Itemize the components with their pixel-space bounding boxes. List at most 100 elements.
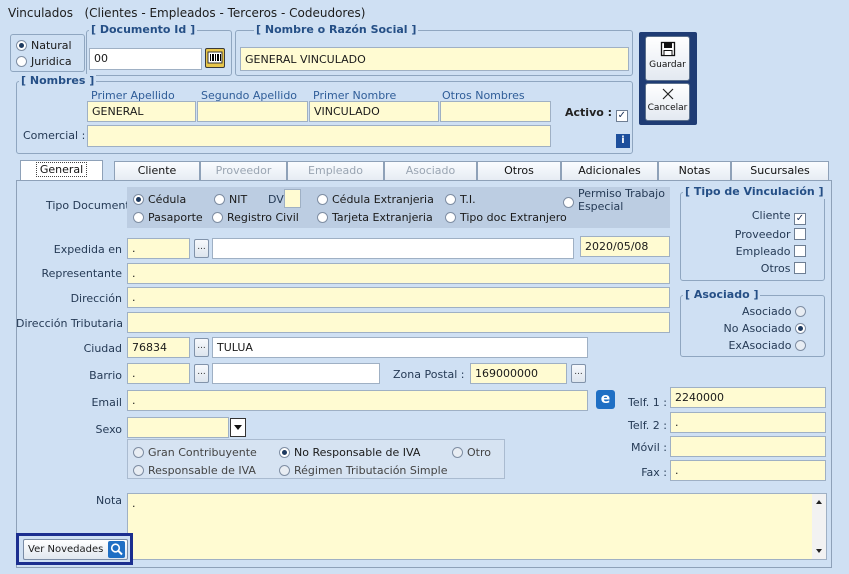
tab-notas[interactable]: Notas bbox=[658, 161, 731, 180]
primer-nombre-input[interactable]: VINCULADO bbox=[309, 101, 439, 122]
scroll-down-icon[interactable] bbox=[812, 545, 826, 557]
radio-registro-civil-dot[interactable] bbox=[212, 212, 223, 223]
radio-regimen-simple-dot[interactable] bbox=[279, 465, 290, 476]
telf2-input[interactable]: . bbox=[670, 412, 826, 433]
sexo-select[interactable] bbox=[127, 417, 229, 438]
radio-permiso-trabajo-dot[interactable] bbox=[563, 197, 574, 208]
comercial-input[interactable] bbox=[87, 125, 551, 147]
ver-novedades-button[interactable]: Ver Novedades bbox=[23, 539, 128, 560]
barrio-lookup-button[interactable]: ... bbox=[194, 364, 209, 383]
movil-input[interactable] bbox=[670, 436, 826, 457]
telf1-input[interactable]: 2240000 bbox=[670, 387, 826, 408]
radio-responsable-iva[interactable]: Responsable de IVA bbox=[133, 464, 256, 478]
zona-postal-lookup-button[interactable]: ... bbox=[571, 364, 586, 383]
radio-permiso-trabajo[interactable] bbox=[563, 196, 578, 210]
radio-gran-contribuyente[interactable]: Gran Contribuyente bbox=[133, 446, 257, 460]
vinc-empleado[interactable]: Empleado bbox=[700, 245, 806, 259]
radio-responsable-iva-dot[interactable] bbox=[133, 465, 144, 476]
segundo-apellido-input[interactable] bbox=[197, 101, 308, 122]
dv-input[interactable] bbox=[284, 189, 301, 208]
tab-cliente[interactable]: Cliente bbox=[114, 161, 200, 180]
primer-apellido-input[interactable]: GENERAL bbox=[87, 101, 196, 122]
tab-proveedor[interactable]: Proveedor bbox=[200, 161, 287, 180]
radio-juridica[interactable]: Juridica bbox=[16, 55, 72, 69]
barrio-name-input[interactable] bbox=[212, 363, 380, 384]
asociado-option-exasociado-dot[interactable] bbox=[795, 340, 806, 351]
radio-ti-dot[interactable] bbox=[445, 194, 456, 205]
cancel-x-icon bbox=[662, 88, 673, 100]
vinc-otros-checkbox[interactable] bbox=[794, 262, 806, 274]
tab-otros[interactable]: Otros bbox=[477, 161, 561, 180]
vinc-otros[interactable]: Otros bbox=[700, 262, 806, 276]
nota-scrollbar[interactable] bbox=[812, 494, 826, 559]
expedida-name-input[interactable] bbox=[212, 238, 574, 259]
radio-nit[interactable]: NIT bbox=[214, 193, 247, 207]
vinc-cliente-checkbox[interactable]: ✓ bbox=[794, 213, 806, 225]
zona-postal-input[interactable]: 169000000 bbox=[470, 363, 567, 384]
vinc-proveedor[interactable]: Proveedor bbox=[700, 228, 806, 242]
representante-input[interactable]: . bbox=[127, 263, 670, 284]
radio-natural[interactable]: Natural bbox=[16, 39, 72, 53]
radio-otro-dot[interactable] bbox=[452, 447, 463, 458]
ciudad-code-input[interactable]: 76834 bbox=[127, 337, 190, 358]
radio-ti-label: T.I. bbox=[460, 193, 476, 206]
radio-registro-civil[interactable]: Registro Civil bbox=[212, 211, 299, 225]
email-input[interactable]: . bbox=[127, 390, 588, 411]
radio-cedula-extranjeria[interactable]: Cédula Extranjeria bbox=[317, 193, 434, 207]
nota-textarea[interactable]: . bbox=[127, 493, 827, 560]
radio-cedula-dot[interactable] bbox=[133, 194, 144, 205]
radio-gran-contribuyente-dot[interactable] bbox=[133, 447, 144, 458]
asociado-option-asociado[interactable]: Asociado bbox=[690, 305, 806, 319]
radio-pasaporte[interactable]: Pasaporte bbox=[133, 211, 203, 225]
sexo-dropdown-button[interactable] bbox=[230, 418, 246, 437]
radio-tarjeta-extranjeria[interactable]: Tarjeta Extranjeria bbox=[317, 211, 433, 225]
fax-input[interactable]: . bbox=[670, 460, 826, 481]
tab-asociado[interactable]: Asociado bbox=[384, 161, 477, 180]
radio-otro[interactable]: Otro bbox=[452, 446, 491, 460]
radio-tarjeta-extranjeria-dot[interactable] bbox=[317, 212, 328, 223]
tab-sucursales[interactable]: Sucursales bbox=[731, 161, 829, 180]
vinc-empleado-checkbox[interactable] bbox=[794, 245, 806, 257]
radio-ti[interactable]: T.I. bbox=[445, 193, 476, 207]
radio-regimen-simple[interactable]: Régimen Tributación Simple bbox=[279, 464, 447, 478]
info-icon[interactable]: i bbox=[616, 134, 630, 148]
expedida-lookup-button[interactable]: ... bbox=[194, 239, 209, 258]
tab-general[interactable]: General bbox=[20, 160, 103, 180]
dir-tributaria-input[interactable] bbox=[127, 312, 670, 333]
guardar-button[interactable]: Guardar bbox=[645, 36, 690, 81]
nota-label: Nota bbox=[95, 494, 122, 507]
asociado-option-asociado-dot[interactable] bbox=[795, 306, 806, 317]
ciudad-name-input[interactable]: TULUA bbox=[212, 337, 588, 358]
tab-adicionales[interactable]: Adicionales bbox=[561, 161, 658, 180]
radio-nit-dot[interactable] bbox=[214, 194, 225, 205]
radio-no-responsable-iva[interactable]: No Responsable de IVA bbox=[279, 446, 420, 460]
documento-input[interactable]: 00 bbox=[89, 48, 202, 70]
vinc-proveedor-checkbox[interactable] bbox=[794, 228, 806, 240]
otros-nombres-input[interactable] bbox=[440, 101, 551, 122]
barrio-code-input[interactable]: . bbox=[127, 363, 190, 384]
ciudad-lookup-button[interactable]: ... bbox=[194, 338, 209, 357]
email-browser-icon[interactable]: e bbox=[596, 390, 615, 409]
asociado-option-exasociado[interactable]: ExAsociado bbox=[690, 339, 806, 353]
asociado-option-no-asociado-dot[interactable] bbox=[795, 323, 806, 334]
asociado-option-no-asociado[interactable]: No Asociado bbox=[690, 322, 806, 336]
radio-juridica-dot[interactable] bbox=[16, 56, 27, 67]
vinc-cliente-label: Cliente bbox=[751, 209, 791, 222]
radio-pasaporte-dot[interactable] bbox=[133, 212, 144, 223]
radio-cedula-extranjeria-dot[interactable] bbox=[317, 194, 328, 205]
radio-cedula[interactable]: Cédula bbox=[133, 193, 186, 207]
expedida-code-input[interactable]: . bbox=[127, 238, 190, 259]
radio-no-responsable-iva-dot[interactable] bbox=[279, 447, 290, 458]
cancelar-button[interactable]: Cancelar bbox=[645, 83, 690, 121]
direccion-input[interactable]: . bbox=[127, 287, 670, 308]
fecha-input[interactable]: 2020/05/08 bbox=[580, 236, 670, 257]
radio-natural-dot[interactable] bbox=[16, 40, 27, 51]
razon-social-input[interactable]: GENERAL VINCULADO bbox=[240, 47, 629, 71]
radio-tipo-doc-extranjero[interactable]: Tipo doc Extranjero bbox=[445, 211, 567, 225]
radio-tipo-doc-extranjero-dot[interactable] bbox=[445, 212, 456, 223]
scroll-up-icon[interactable] bbox=[812, 496, 826, 508]
vinc-cliente[interactable]: Cliente ✓ bbox=[700, 209, 806, 225]
activo-checkbox[interactable]: ✓ bbox=[615, 110, 628, 122]
barcode-icon[interactable] bbox=[205, 48, 225, 68]
tab-empleado[interactable]: Empleado bbox=[287, 161, 384, 180]
